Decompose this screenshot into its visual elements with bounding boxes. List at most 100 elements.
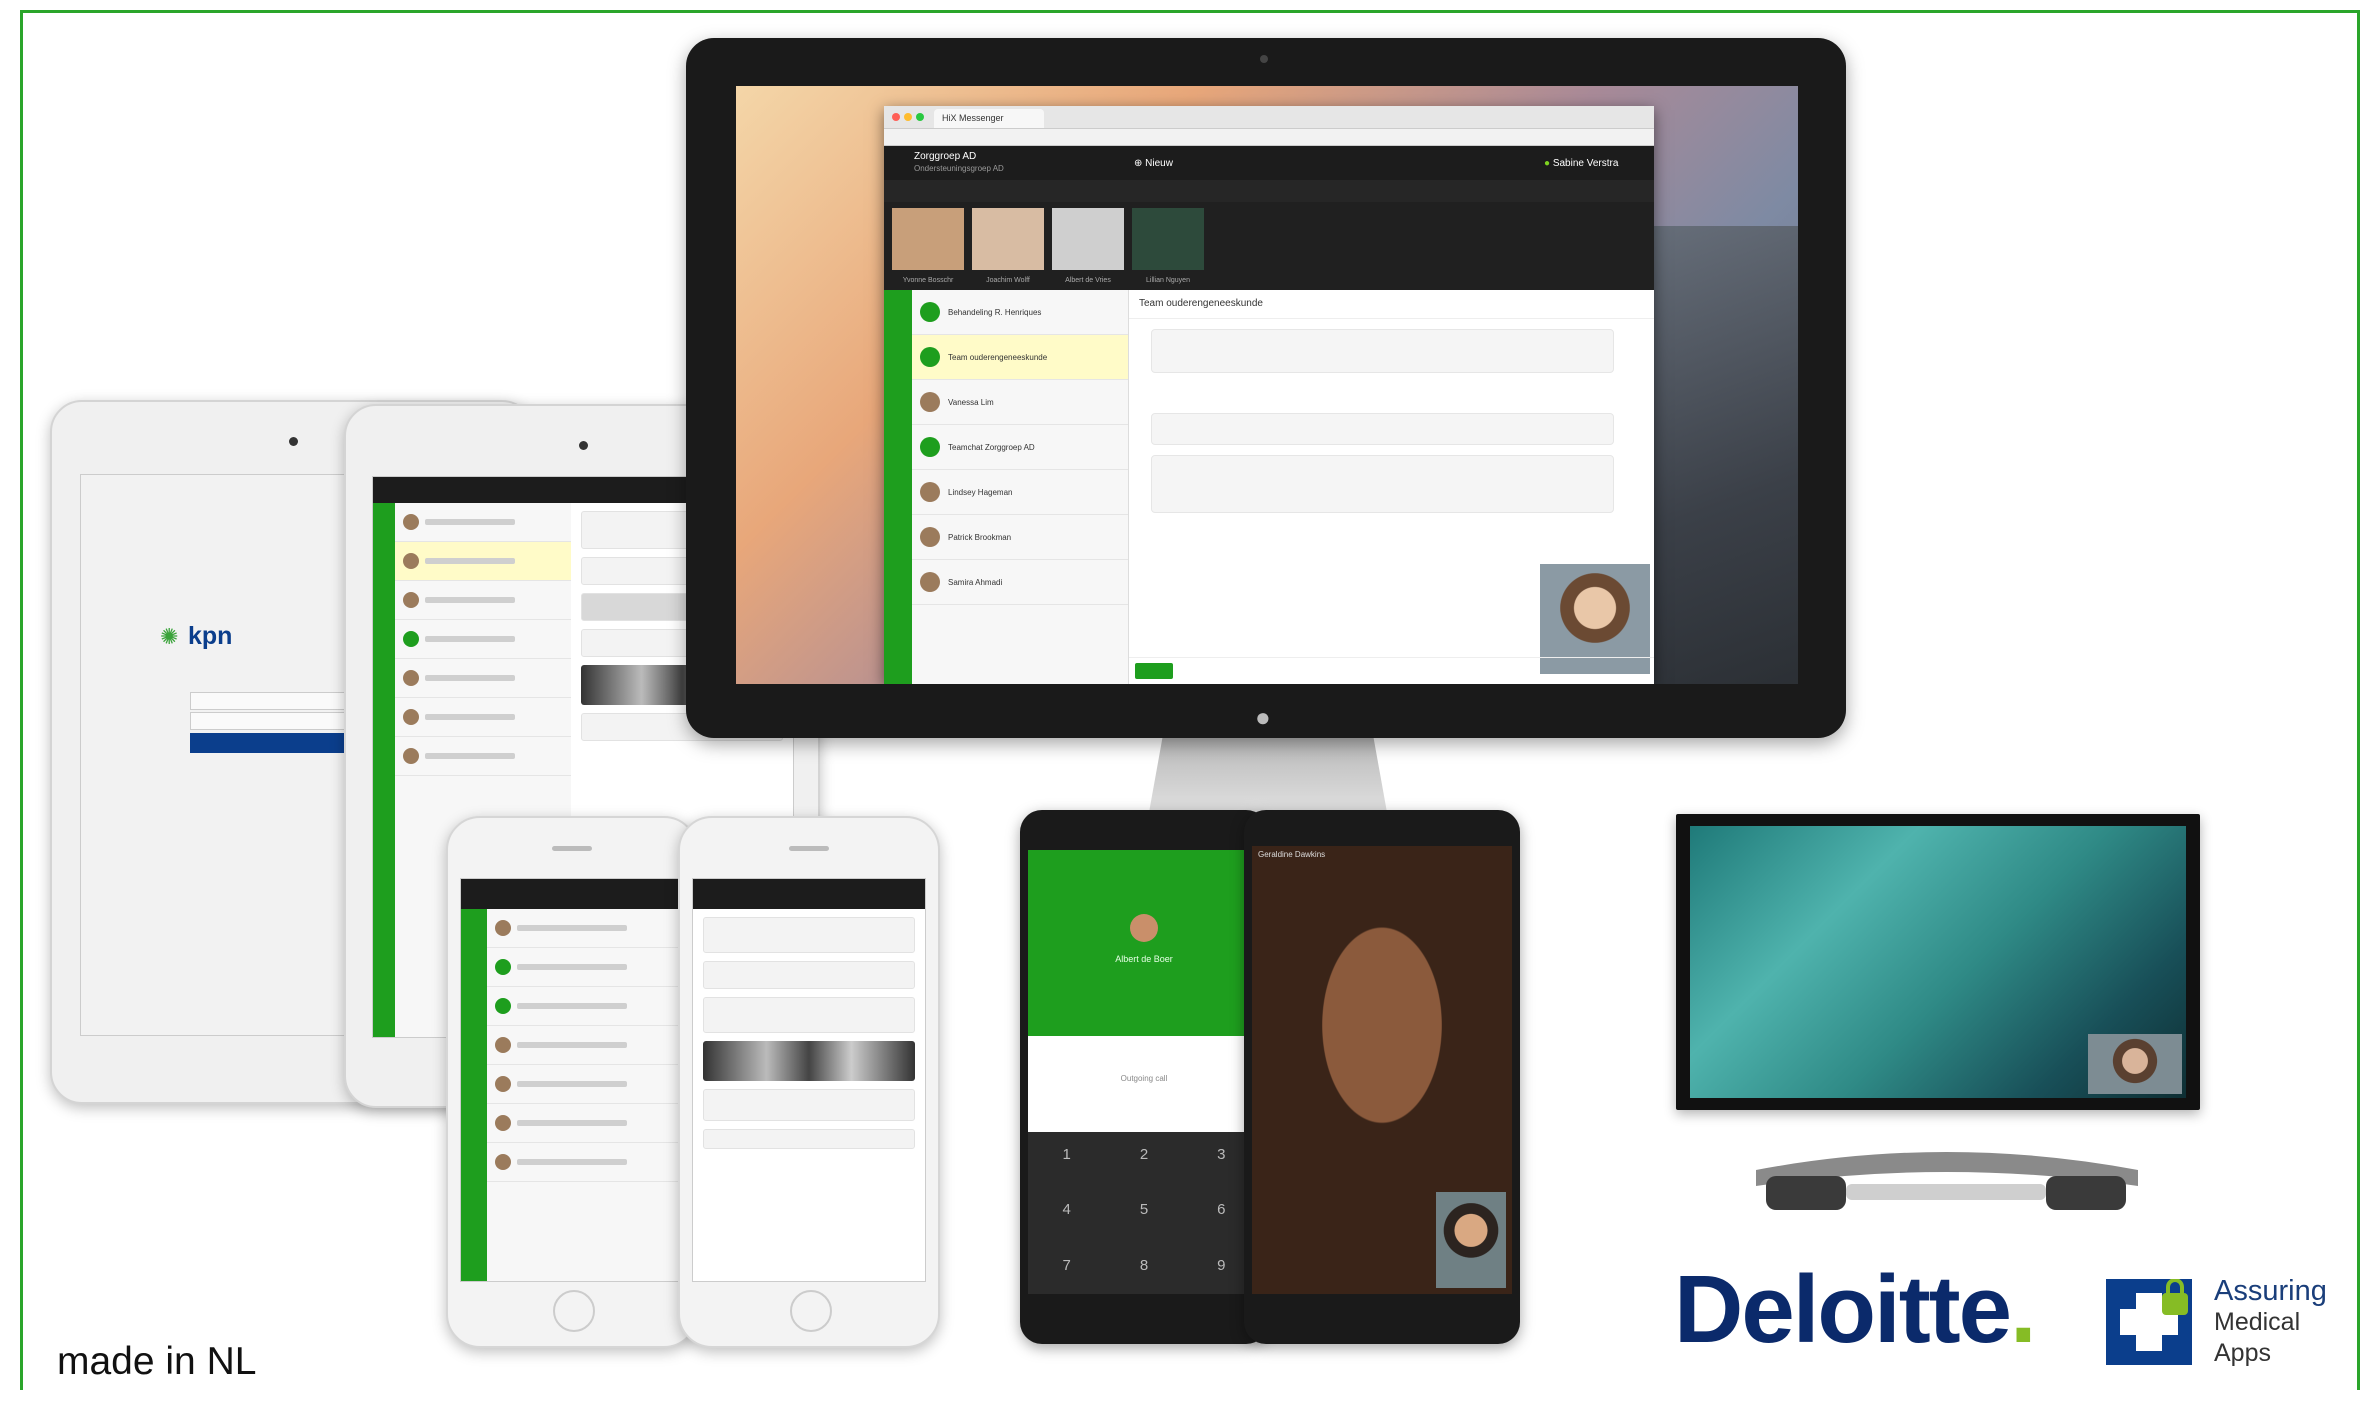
- key-8[interactable]: 8: [1105, 1257, 1182, 1294]
- avatar: [403, 553, 419, 569]
- kpn-logo-icon: ✺: [160, 624, 179, 649]
- list-item[interactable]: [487, 1065, 683, 1104]
- list-item[interactable]: [487, 1026, 683, 1065]
- list-item[interactable]: Teamchat Zorggroep AD: [912, 425, 1128, 470]
- list-item[interactable]: [487, 909, 683, 948]
- kpn-logo: kpn: [188, 622, 233, 650]
- sign-in-button[interactable]: [190, 733, 350, 753]
- participant-thumbnails: Yvonne Bosschr Joachim Wolff Albert de V…: [884, 202, 1654, 292]
- avatar: [403, 631, 419, 647]
- browser-tab[interactable]: HiX Messenger: [934, 109, 1044, 128]
- self-view-pip[interactable]: [1436, 1192, 1506, 1288]
- iphone-conversation-list: [487, 909, 683, 1281]
- dial-keypad: 1 2 3 4 5 6 7 8 9: [1028, 1132, 1260, 1294]
- key-1[interactable]: 1: [1028, 1146, 1105, 1183]
- list-item[interactable]: [395, 503, 571, 542]
- list-item[interactable]: [487, 948, 683, 987]
- participant-thumb[interactable]: Joachim Wolff: [972, 208, 1044, 284]
- medical-label: Medical: [2214, 1308, 2301, 1336]
- android-dialer-screen: Albert de Boer Outgoing call 1 2 3 4 5 6…: [1028, 850, 1260, 1294]
- address-bar[interactable]: [884, 129, 1654, 146]
- new-action[interactable]: ⊕ Nieuw: [1134, 158, 1544, 169]
- list-item[interactable]: Patrick Brookman: [912, 515, 1128, 560]
- list-item[interactable]: [487, 1143, 683, 1182]
- message-bubble: [1151, 329, 1614, 373]
- zoom-dot[interactable]: [916, 113, 924, 121]
- list-item[interactable]: [395, 581, 571, 620]
- home-button[interactable]: [790, 1290, 832, 1332]
- conversation-list: Behandeling R. Henriques Team ouderengen…: [912, 290, 1129, 684]
- list-item[interactable]: Team ouderengeneeskunde: [912, 335, 1128, 380]
- org-block: Zorggroep AD Ondersteuningsgroep AD: [884, 151, 1134, 175]
- deloitte-green-dot: .: [2010, 1256, 2037, 1363]
- key-5[interactable]: 5: [1105, 1201, 1182, 1238]
- password-field[interactable]: [190, 712, 352, 730]
- android-call-device: Albert de Boer Outgoing call 1 2 3 4 5 6…: [1020, 810, 1268, 1344]
- iphone-nav-rail: [461, 909, 487, 1281]
- browser-window: HiX Messenger Zorggroep AD Ondersteuning…: [884, 106, 1654, 684]
- video-caller-name: Geraldine Dawkins: [1258, 850, 1326, 859]
- chat-pane: Team ouderengeneeskunde: [1129, 290, 1654, 684]
- iphone-speaker: [552, 846, 592, 851]
- message-bubble: [1151, 455, 1614, 513]
- avatar: [403, 670, 419, 686]
- made-in-label: made in NL: [57, 1340, 257, 1383]
- list-item[interactable]: [395, 542, 571, 581]
- avatar: [920, 482, 940, 502]
- list-item[interactable]: [395, 737, 571, 776]
- home-button[interactable]: [553, 1290, 595, 1332]
- message-bubble: [703, 997, 915, 1033]
- list-item[interactable]: [395, 659, 571, 698]
- smart-glasses-image: [1756, 1152, 2138, 1210]
- list-item[interactable]: [395, 620, 571, 659]
- caller-panel: Albert de Boer: [1028, 850, 1260, 1036]
- chat-title: Team ouderengeneeskunde: [1129, 290, 1654, 319]
- avatar: [920, 302, 940, 322]
- list-item[interactable]: Samira Ahmadi: [912, 560, 1128, 605]
- deloitte-logo: Deloitte.: [1674, 1262, 2037, 1358]
- compose-bar: [1129, 657, 1654, 684]
- list-item[interactable]: Vanessa Lim: [912, 380, 1128, 425]
- message-bubble: [703, 1089, 915, 1121]
- imac-camera: [1260, 55, 1268, 63]
- imac-screen: HiX Messenger Zorggroep AD Ondersteuning…: [736, 86, 1798, 684]
- ipad-camera: [289, 437, 298, 446]
- list-item[interactable]: Behandeling R. Henriques: [912, 290, 1128, 335]
- iphone-list-device: [446, 816, 698, 1348]
- browser-titlebar: HiX Messenger: [884, 106, 1654, 129]
- iphone-chat-screen: [692, 878, 926, 1282]
- list-item[interactable]: [487, 987, 683, 1026]
- message-bubble: [703, 961, 915, 989]
- org-name: Zorggroep AD: [914, 151, 977, 162]
- iphone-app-header: [461, 879, 683, 909]
- participant-thumb[interactable]: Yvonne Bosschr: [892, 208, 964, 284]
- remote-expert-pip[interactable]: [2088, 1034, 2182, 1094]
- avatar: [495, 1037, 511, 1053]
- list-item[interactable]: [395, 698, 571, 737]
- key-2[interactable]: 2: [1105, 1146, 1182, 1183]
- avatar: [495, 920, 511, 936]
- close-dot[interactable]: [892, 113, 900, 121]
- key-4[interactable]: 4: [1028, 1201, 1105, 1238]
- assuring-medical-apps-logo: Assuring Medical Apps: [2214, 1276, 2327, 1369]
- avatar: [495, 998, 511, 1014]
- app-header: Zorggroep AD Ondersteuningsgroep AD ⊕ Ni…: [884, 146, 1654, 180]
- iphone-chat-device: [678, 816, 940, 1348]
- list-item[interactable]: [487, 1104, 683, 1143]
- minimize-dot[interactable]: [904, 113, 912, 121]
- avatar: [920, 437, 940, 457]
- xray-image[interactable]: [703, 1041, 915, 1081]
- key-7[interactable]: 7: [1028, 1257, 1105, 1294]
- participant-thumb[interactable]: Albert de Vries: [1052, 208, 1124, 284]
- iphone-speaker: [789, 846, 829, 851]
- avatar: [403, 514, 419, 530]
- avatar: [920, 527, 940, 547]
- surgery-stream: [1690, 826, 2186, 1098]
- username-field[interactable]: [190, 692, 352, 710]
- current-user[interactable]: ● Sabine Verstra: [1544, 158, 1654, 169]
- app-subbar: [884, 180, 1654, 202]
- avatar: [403, 709, 419, 725]
- list-item[interactable]: Lindsey Hageman: [912, 470, 1128, 515]
- participant-thumb[interactable]: Lillian Nguyen: [1132, 208, 1204, 284]
- post-button[interactable]: [1135, 663, 1173, 679]
